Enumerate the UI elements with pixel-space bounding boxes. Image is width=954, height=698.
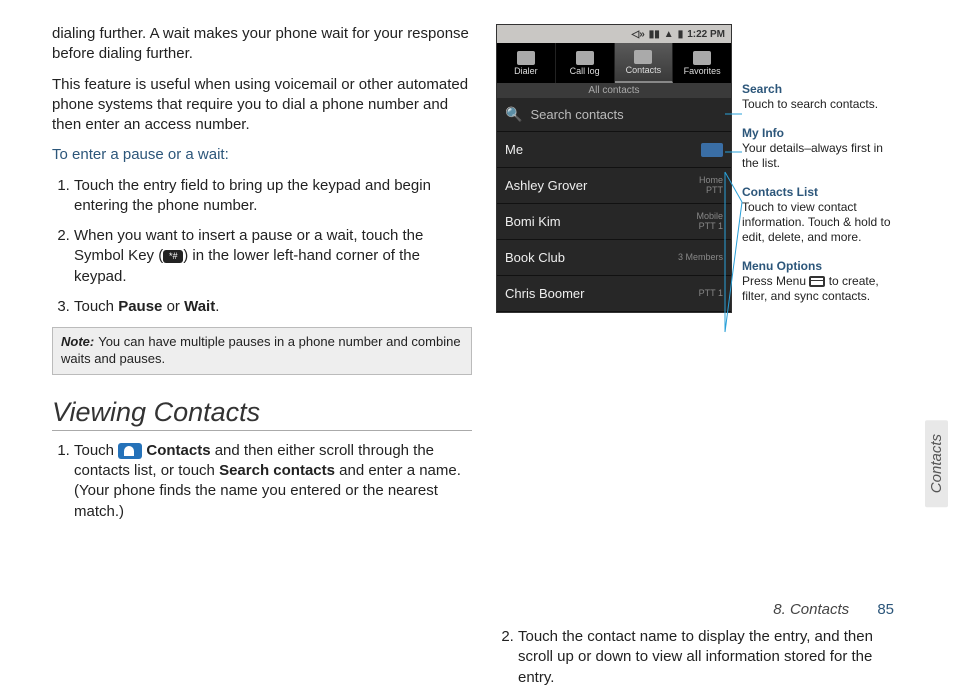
callout-contacts-list: Contacts List Touch to view contact info… xyxy=(742,185,902,245)
symbol-key-icon: *# xyxy=(163,250,183,263)
menu-button-icon xyxy=(809,276,825,287)
search-placeholder: Search contacts xyxy=(530,107,623,122)
section-heading: Viewing Contacts xyxy=(52,397,472,431)
contact-tag: Home PTT xyxy=(699,176,723,196)
callouts: Search Touch to search contacts. My Info… xyxy=(742,82,902,318)
step-item: Touch Pause or Wait. xyxy=(74,297,472,317)
contact-row[interactable]: Chris Boomer PTT 1 xyxy=(497,276,731,312)
favorites-icon xyxy=(693,51,711,65)
contact-tag: PTT 1 xyxy=(699,289,723,299)
note-text: You can have multiple pauses in a phone … xyxy=(61,334,461,366)
callout-my-info: My Info Your details–always first in the… xyxy=(742,126,902,171)
contact-tag: 3 Members xyxy=(678,253,723,263)
step-item: Touch the contact name to display the en… xyxy=(518,627,896,688)
search-contacts[interactable]: 🔍 Search contacts xyxy=(497,98,731,132)
note-box: Note:You can have multiple pauses in a p… xyxy=(52,327,472,375)
step-item: When you want to insert a pause or a wai… xyxy=(74,226,472,287)
dialer-icon xyxy=(517,51,535,65)
phone-screenshot: ◁» ▮▮ ▲ ▮ 1:22 PM Dialer Call log Contac… xyxy=(496,24,732,313)
instruction-heading: To enter a pause or a wait: xyxy=(52,145,472,165)
me-badge-icon xyxy=(701,143,723,157)
page-footer: 8. Contacts 85 xyxy=(773,601,894,618)
search-icon: 🔍 xyxy=(505,106,522,123)
chapter-label: 8. Contacts xyxy=(773,601,849,618)
contact-row[interactable]: Ashley Grover Home PTT xyxy=(497,168,731,204)
contacts-app-icon xyxy=(118,443,142,459)
contact-row-me[interactable]: Me xyxy=(497,132,731,168)
tab-dialer[interactable]: Dialer xyxy=(497,43,556,83)
contact-row[interactable]: Bomi Kim Mobile PTT 1 xyxy=(497,204,731,240)
callout-menu-options: Menu Options Press Menu to create, filte… xyxy=(742,259,902,304)
contacts-icon xyxy=(634,50,652,64)
list-subheader: All contacts xyxy=(497,83,731,98)
contact-row[interactable]: Book Club 3 Members xyxy=(497,240,731,276)
step-item: Touch Contacts and then either scroll th… xyxy=(74,441,472,522)
page-number: 85 xyxy=(877,601,894,618)
callout-search: Search Touch to search contacts. xyxy=(742,82,902,112)
contact-tag: Mobile PTT 1 xyxy=(696,212,723,232)
side-tab: Contacts xyxy=(925,420,948,507)
call-log-icon xyxy=(576,51,594,65)
clock: 1:22 PM xyxy=(687,29,725,40)
tab-bar: Dialer Call log Contacts Favorites xyxy=(497,43,731,83)
tab-favorites[interactable]: Favorites xyxy=(673,43,731,83)
volume-icon: ◁» xyxy=(632,29,645,40)
signal-icon: ▮▮ xyxy=(649,29,660,40)
tab-call-log[interactable]: Call log xyxy=(556,43,615,83)
status-bar: ◁» ▮▮ ▲ ▮ 1:22 PM xyxy=(497,25,731,43)
body-text: This feature is useful when using voicem… xyxy=(52,75,472,136)
wifi-icon: ▲ xyxy=(664,29,674,40)
note-label: Note: xyxy=(61,334,94,349)
step-item: Touch the entry field to bring up the ke… xyxy=(74,176,472,217)
tab-contacts[interactable]: Contacts xyxy=(615,43,674,83)
callout-lines xyxy=(730,82,750,362)
battery-icon: ▮ xyxy=(678,29,684,40)
body-text: dialing further. A wait makes your phone… xyxy=(52,24,472,65)
